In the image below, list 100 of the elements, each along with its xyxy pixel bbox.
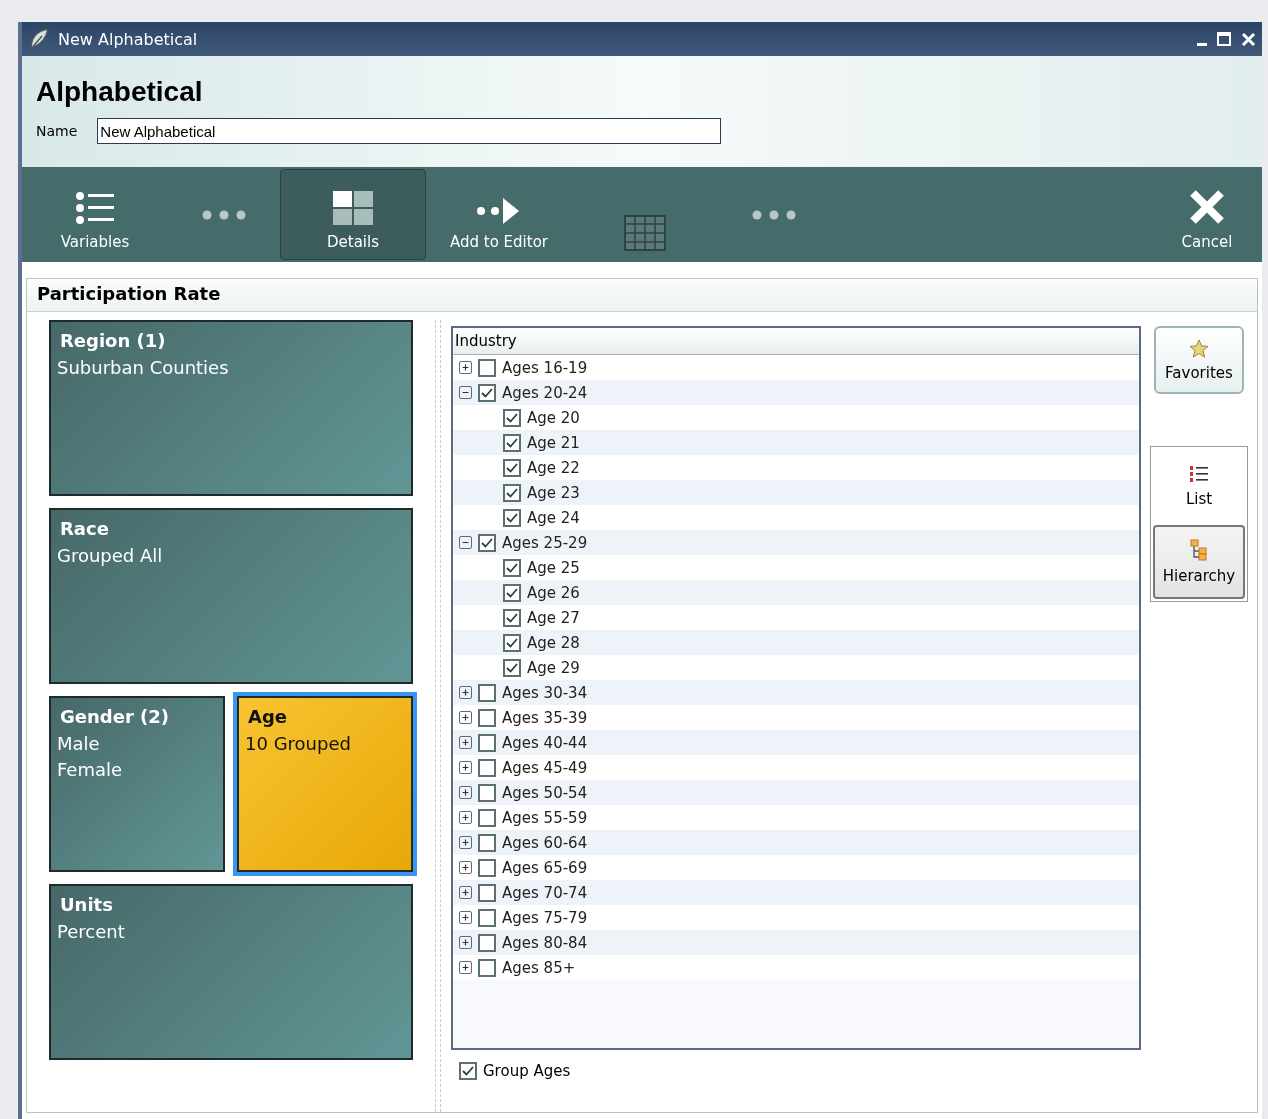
tree-row[interactable]: Ages 40-44 xyxy=(453,730,1139,755)
tree-item-label: Ages 40-44 xyxy=(502,733,588,752)
expand-icon[interactable] xyxy=(459,861,472,874)
checkbox[interactable] xyxy=(459,1062,477,1080)
tree-row[interactable]: Ages 25-29 xyxy=(453,530,1139,555)
expand-icon[interactable] xyxy=(459,936,472,949)
grid-icon xyxy=(624,215,666,251)
close-icon[interactable] xyxy=(1241,31,1256,47)
tree-item-label: Age 24 xyxy=(527,508,580,527)
tree-row[interactable]: Age 27 xyxy=(453,605,1139,630)
checkbox[interactable] xyxy=(478,683,496,702)
tree-item-label: Age 22 xyxy=(527,458,580,477)
checkbox-label: Group Ages xyxy=(483,1062,571,1080)
tree-item-label: Ages 35-39 xyxy=(502,708,588,727)
name-field[interactable]: New Alphabetical xyxy=(97,118,722,144)
expand-icon[interactable] xyxy=(459,836,472,849)
tree-row[interactable]: Ages 20-24 xyxy=(453,380,1139,405)
tree-item-label: Age 23 xyxy=(527,483,580,502)
checkbox[interactable] xyxy=(478,383,496,402)
checkbox[interactable] xyxy=(503,433,521,452)
tree-item-label: Ages 55-59 xyxy=(502,808,588,827)
checkbox[interactable] xyxy=(478,733,496,752)
checkbox[interactable] xyxy=(503,608,521,627)
tree-row[interactable]: Age 25 xyxy=(453,555,1139,580)
tree-row[interactable]: Ages 55-59 xyxy=(453,805,1139,830)
tile-value: Male xyxy=(57,732,101,756)
checkbox[interactable] xyxy=(503,633,521,652)
toolbar-button[interactable]: Cancel xyxy=(1152,169,1262,260)
list-icon xyxy=(75,191,115,225)
checkbox[interactable] xyxy=(503,408,521,427)
tree-row[interactable]: Age 29 xyxy=(453,655,1139,680)
name-label: Name xyxy=(36,123,78,139)
expand-icon[interactable] xyxy=(459,961,472,974)
checkbox[interactable] xyxy=(478,808,496,827)
tree-row[interactable]: Ages 65-69 xyxy=(453,855,1139,880)
tree-row[interactable]: Ages 16-19 xyxy=(453,355,1139,380)
tree-row[interactable]: Ages 35-39 xyxy=(453,705,1139,730)
feather-icon xyxy=(28,27,50,51)
expand-icon[interactable] xyxy=(459,786,472,799)
checkbox[interactable] xyxy=(503,483,521,502)
tree-row[interactable]: Age 24 xyxy=(453,505,1139,530)
checkbox[interactable] xyxy=(478,533,496,552)
collapse-icon[interactable] xyxy=(459,536,472,549)
checkbox[interactable] xyxy=(503,558,521,577)
view-button[interactable]: Hierarchy xyxy=(1153,525,1245,599)
tree-row[interactable]: Ages 45-49 xyxy=(453,755,1139,780)
tree-row[interactable]: Ages 50-54 xyxy=(453,780,1139,805)
tree-row[interactable]: Ages 30-34 xyxy=(453,680,1139,705)
tree-row[interactable]: Age 28 xyxy=(453,630,1139,655)
tree-item-label: Age 29 xyxy=(527,658,580,677)
expand-icon[interactable] xyxy=(459,811,472,824)
checkbox[interactable] xyxy=(503,508,521,527)
tree-row[interactable]: Age 26 xyxy=(453,580,1139,605)
tree-row[interactable]: Age 21 xyxy=(453,430,1139,455)
toolbar-button[interactable]: Details xyxy=(280,169,426,260)
tree-row[interactable]: Ages 60-64 xyxy=(453,830,1139,855)
checkbox[interactable] xyxy=(478,358,496,377)
variable-tile[interactable]: Region (1) Suburban Counties xyxy=(49,320,413,496)
collapse-icon[interactable] xyxy=(459,386,472,399)
checkbox[interactable] xyxy=(478,908,496,927)
tree-row[interactable]: Ages 85+ xyxy=(453,955,1139,980)
tree-row[interactable]: Ages 75-79 xyxy=(453,905,1139,930)
variable-tile[interactable]: Gender (2) Male Female xyxy=(49,696,225,872)
expand-icon[interactable] xyxy=(459,711,472,724)
expand-icon[interactable] xyxy=(459,761,472,774)
tile-value: Female xyxy=(57,758,124,782)
tree-item-label: Age 26 xyxy=(527,583,580,602)
checkbox[interactable] xyxy=(503,583,521,602)
maximize-icon[interactable] xyxy=(1217,32,1231,46)
variable-tile[interactable]: Units Percent xyxy=(49,884,413,1060)
tree-row[interactable]: Ages 80-84 xyxy=(453,930,1139,955)
favorites-button[interactable]: Favorites xyxy=(1154,326,1244,394)
expand-icon[interactable] xyxy=(459,686,472,699)
tree-row[interactable]: Age 23 xyxy=(453,480,1139,505)
toolbar-button[interactable]: Variables xyxy=(22,169,168,260)
checkbox[interactable] xyxy=(503,658,521,677)
checkbox[interactable] xyxy=(478,783,496,802)
view-button[interactable]: List xyxy=(1153,449,1245,523)
tile-title: Region (1) xyxy=(59,330,167,351)
window-title: New Alphabetical xyxy=(58,29,199,49)
more-icon xyxy=(202,209,246,220)
checkbox[interactable] xyxy=(478,958,496,977)
expand-icon[interactable] xyxy=(459,886,472,899)
tree-row[interactable]: Age 22 xyxy=(453,455,1139,480)
checkbox[interactable] xyxy=(478,933,496,952)
checkbox[interactable] xyxy=(478,758,496,777)
checkbox[interactable] xyxy=(478,708,496,727)
expand-icon[interactable] xyxy=(459,736,472,749)
expand-icon[interactable] xyxy=(459,361,472,374)
tree-row[interactable]: Ages 70-74 xyxy=(453,880,1139,905)
expand-icon[interactable] xyxy=(459,911,472,924)
tree-item-label: Ages 70-74 xyxy=(502,883,588,902)
tree-row[interactable]: Age 20 xyxy=(453,405,1139,430)
checkbox[interactable] xyxy=(478,883,496,902)
toolbar-button[interactable]: Add to Editor xyxy=(426,169,572,260)
tiles-icon xyxy=(333,191,373,225)
checkbox[interactable] xyxy=(478,858,496,877)
variable-tile[interactable]: Race Grouped All xyxy=(49,508,413,684)
checkbox[interactable] xyxy=(503,458,521,477)
checkbox[interactable] xyxy=(478,833,496,852)
